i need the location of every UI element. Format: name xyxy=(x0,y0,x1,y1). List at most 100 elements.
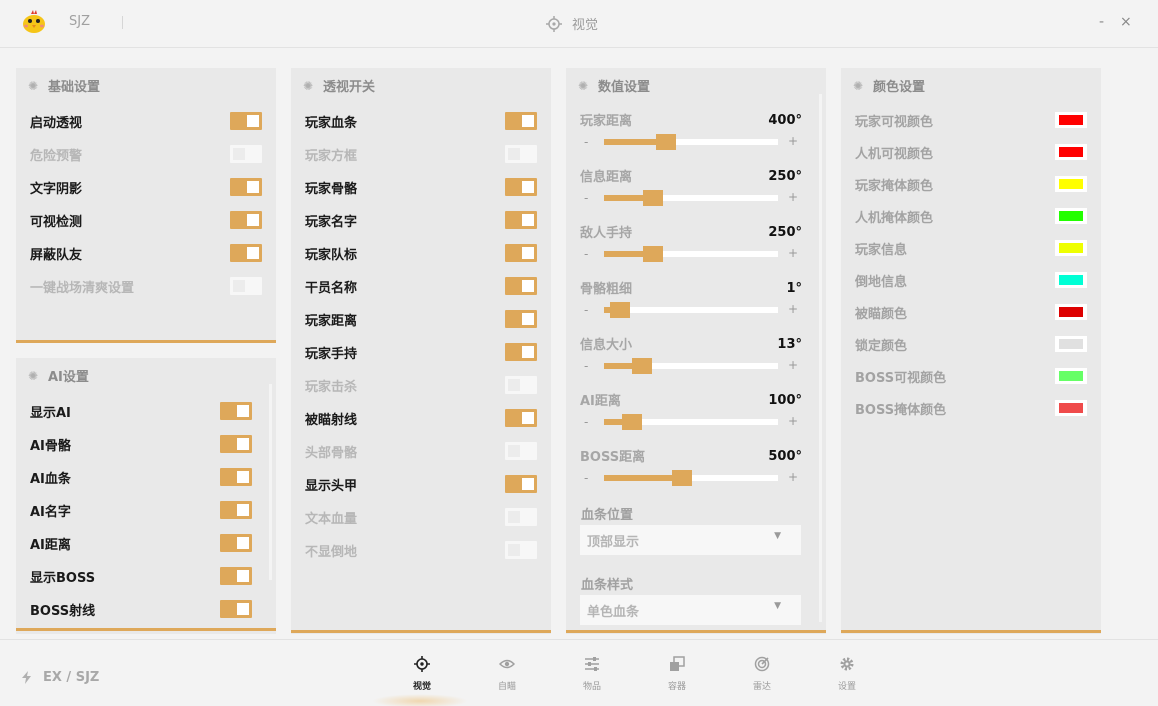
toggle-switch[interactable] xyxy=(505,541,537,559)
toggle-switch[interactable] xyxy=(505,475,537,493)
color-swatch-button[interactable] xyxy=(1055,368,1087,384)
toggle-knob xyxy=(522,313,534,325)
toggle-row: 玩家名字 xyxy=(305,209,537,231)
toggle-switch[interactable] xyxy=(505,277,537,295)
slider-track[interactable] xyxy=(604,190,778,206)
color-label: BOSS掩体颜色 xyxy=(855,402,947,418)
slider-decrement-button[interactable]: - xyxy=(584,247,588,261)
toggle-switch[interactable] xyxy=(505,211,537,229)
slider-increment-button[interactable]: + xyxy=(788,470,798,484)
slider-thumb[interactable] xyxy=(632,358,652,374)
toggle-switch[interactable] xyxy=(220,501,252,519)
slider-track[interactable] xyxy=(604,302,778,318)
nav-radar[interactable]: 雷达 xyxy=(742,656,782,692)
toggle-switch[interactable] xyxy=(505,178,537,196)
color-swatch-button[interactable] xyxy=(1055,272,1087,288)
slider-thumb[interactable] xyxy=(656,134,676,150)
color-swatch-fill xyxy=(1059,115,1083,125)
slider-thumb[interactable] xyxy=(672,470,692,486)
slider-increment-button[interactable]: + xyxy=(788,414,798,428)
health-bar-position-select[interactable]: 顶部显示 ▼ xyxy=(580,525,801,555)
color-swatch-button[interactable] xyxy=(1055,208,1087,224)
slider-decrement-button[interactable]: - xyxy=(584,359,588,373)
toggle-switch[interactable] xyxy=(505,145,537,163)
toggle-switch[interactable] xyxy=(505,343,537,361)
slider-item: 骨骼粗细 1° - + xyxy=(580,278,802,334)
toggle-switch[interactable] xyxy=(505,244,537,262)
slider-track[interactable] xyxy=(604,246,778,262)
slider-item: AI距离 100° - + xyxy=(580,390,802,446)
slider-track[interactable] xyxy=(604,470,778,486)
slider-decrement-button[interactable]: - xyxy=(584,303,588,317)
toggle-switch[interactable] xyxy=(505,508,537,526)
ai-panel-scrollbar[interactable] xyxy=(269,384,272,580)
toggle-switch[interactable] xyxy=(220,402,252,420)
slider-track[interactable] xyxy=(604,134,778,150)
color-swatch-button[interactable] xyxy=(1055,240,1087,256)
slider-thumb[interactable] xyxy=(622,414,642,430)
color-swatch-button[interactable] xyxy=(1055,336,1087,352)
slider-track[interactable] xyxy=(604,414,778,430)
slider-increment-button[interactable]: + xyxy=(788,302,798,316)
toggle-label: 文本血量 xyxy=(305,511,358,527)
toggle-switch[interactable] xyxy=(230,178,262,196)
nav-aimbot[interactable]: 自瞄 xyxy=(487,656,527,692)
nav-settings[interactable]: 设置 xyxy=(827,656,867,692)
color-swatch-button[interactable] xyxy=(1055,400,1087,416)
value-panel-scrollbar[interactable] xyxy=(819,94,822,622)
toggle-switch[interactable] xyxy=(505,310,537,328)
slider-label: BOSS距离 xyxy=(580,450,646,465)
toggle-switch[interactable] xyxy=(220,534,252,552)
nav-containers[interactable]: 容器 xyxy=(657,656,697,692)
slider-decrement-button[interactable]: - xyxy=(584,135,588,149)
slider-track[interactable] xyxy=(604,358,778,374)
color-swatch-button[interactable] xyxy=(1055,176,1087,192)
slider-increment-button[interactable]: + xyxy=(788,134,798,148)
toggle-switch[interactable] xyxy=(230,112,262,130)
color-label: 玩家掩体颜色 xyxy=(855,178,934,194)
color-swatch-fill xyxy=(1059,179,1083,189)
slider-thumb[interactable] xyxy=(610,302,630,318)
slider-thumb[interactable] xyxy=(643,246,663,262)
toggle-row: 显示BOSS xyxy=(30,565,252,587)
slider-value: 1° xyxy=(786,281,802,296)
slider-decrement-button[interactable]: - xyxy=(584,471,588,485)
slider-increment-button[interactable]: + xyxy=(788,246,798,260)
toggle-switch[interactable] xyxy=(230,277,262,295)
toggle-switch[interactable] xyxy=(505,112,537,130)
toggle-switch[interactable] xyxy=(220,435,252,453)
toggle-switch[interactable] xyxy=(505,376,537,394)
health-bar-style-select[interactable]: 单色血条 ▼ xyxy=(580,595,801,625)
toggle-label: 可视检测 xyxy=(30,214,83,230)
color-label: 人机可视颜色 xyxy=(855,146,934,162)
color-swatch-button[interactable] xyxy=(1055,144,1087,160)
toggle-knob xyxy=(508,379,520,391)
slider-increment-button[interactable]: + xyxy=(788,190,798,204)
dropdown-value: 顶部显示 xyxy=(587,535,640,550)
value-settings-title: 数值设置 xyxy=(598,80,651,95)
toggle-switch[interactable] xyxy=(220,600,252,618)
slider-decrement-button[interactable]: - xyxy=(584,415,588,429)
panel-accent-bar xyxy=(566,630,826,633)
nav-items[interactable]: 物品 xyxy=(572,656,612,692)
slider-decrement-button[interactable]: - xyxy=(584,191,588,205)
panel-accent-bar xyxy=(16,340,276,343)
minimize-button[interactable]: - xyxy=(1099,14,1104,30)
toggle-knob xyxy=(237,405,249,417)
slider-thumb[interactable] xyxy=(643,190,663,206)
toggle-switch[interactable] xyxy=(230,244,262,262)
toggle-switch[interactable] xyxy=(505,409,537,427)
color-swatch-button[interactable] xyxy=(1055,112,1087,128)
chick-logo-icon xyxy=(23,10,45,33)
close-button[interactable]: × xyxy=(1120,14,1132,30)
slider-value: 400° xyxy=(768,113,802,128)
toggle-switch[interactable] xyxy=(230,211,262,229)
slider-label: 玩家距离 xyxy=(580,114,633,129)
slider-increment-button[interactable]: + xyxy=(788,358,798,372)
toggle-switch[interactable] xyxy=(220,468,252,486)
nav-visual[interactable]: 视觉 xyxy=(402,656,442,692)
toggle-switch[interactable] xyxy=(505,442,537,460)
color-swatch-button[interactable] xyxy=(1055,304,1087,320)
toggle-switch[interactable] xyxy=(220,567,252,585)
toggle-switch[interactable] xyxy=(230,145,262,163)
